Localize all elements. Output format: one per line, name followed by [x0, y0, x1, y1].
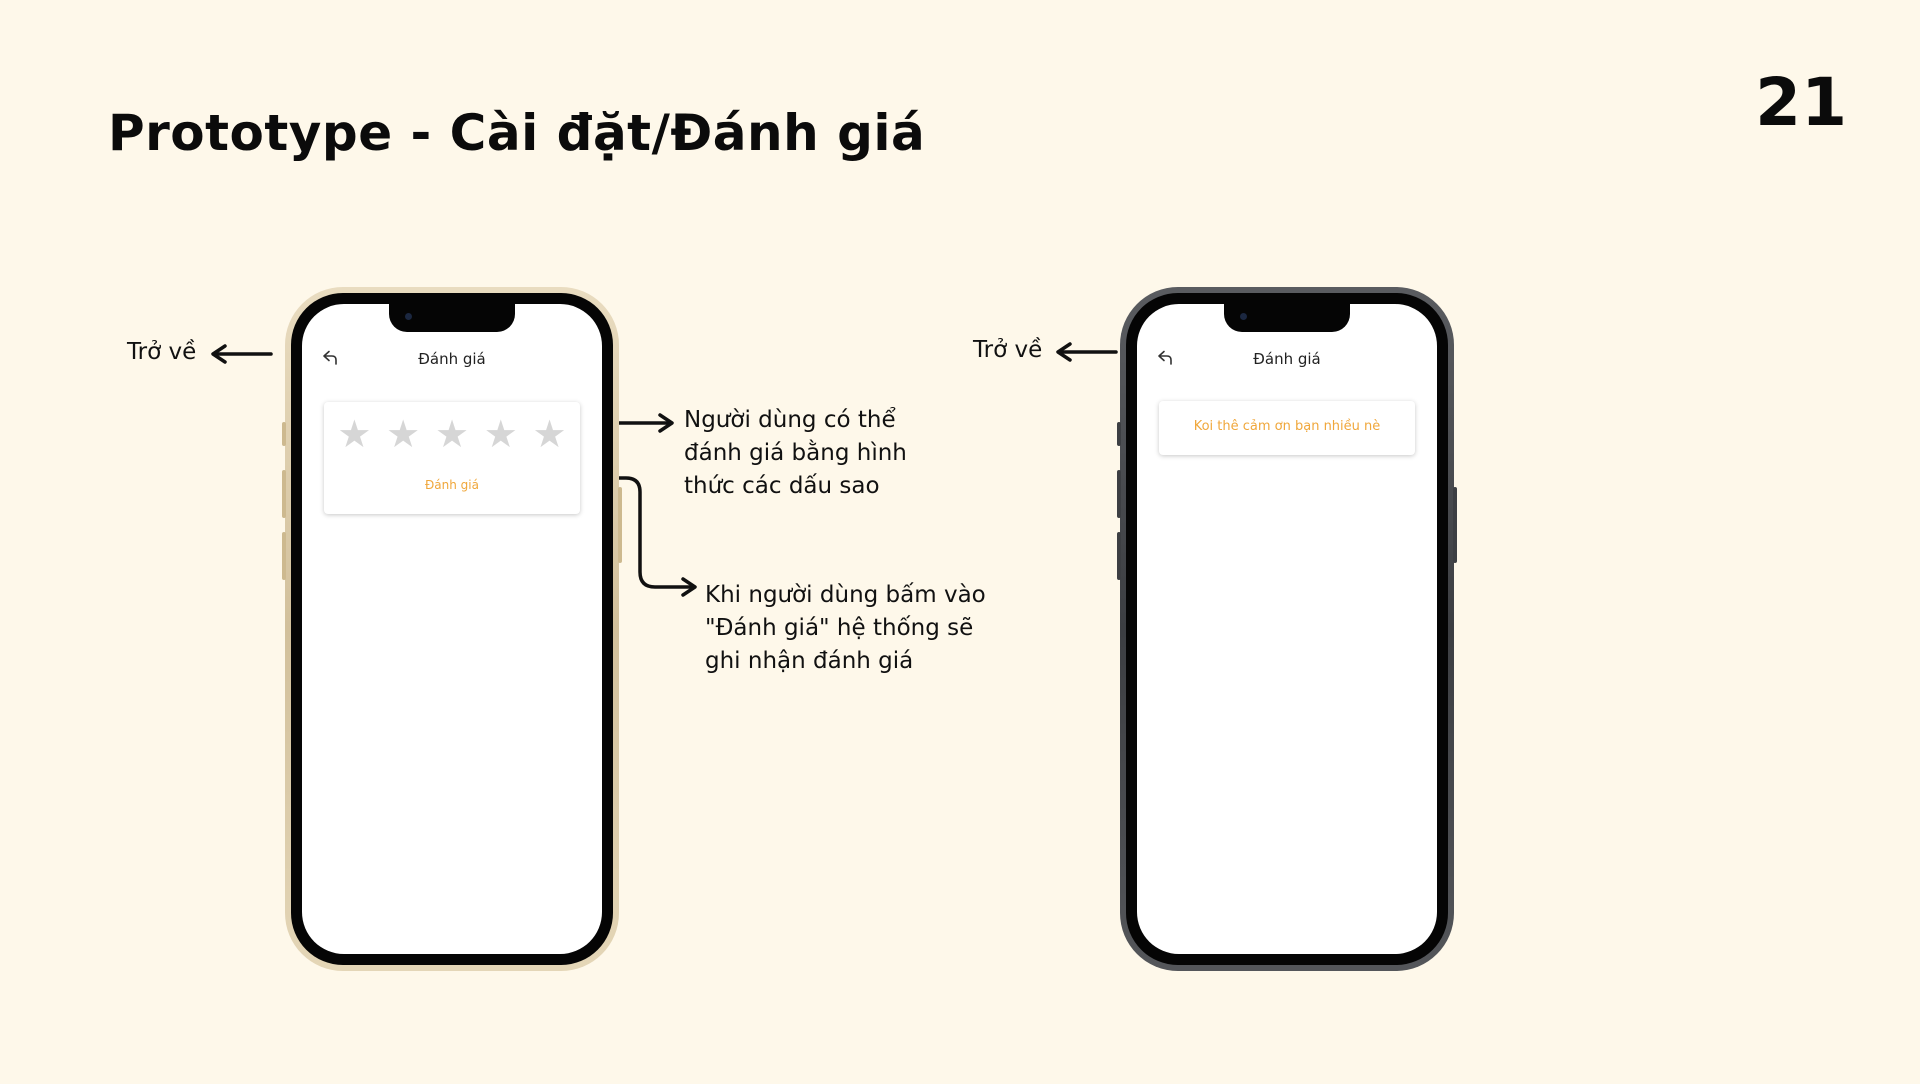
- app-header: Đánh giá: [1137, 346, 1437, 374]
- phone-side-button: [618, 487, 622, 563]
- stars-note-line: Người dùng có thể: [684, 407, 896, 433]
- phone-notch: [1224, 304, 1350, 332]
- thanks-card: Koi thê cảm ơn bạn nhiều nè: [1159, 401, 1415, 455]
- submit-rating-button[interactable]: Đánh giá: [324, 478, 580, 492]
- phone-screen: Đánh giá Koi thê cảm ơn bạn nhiều nè: [1137, 304, 1437, 954]
- phone-notch: [389, 304, 515, 332]
- star-rating[interactable]: ★ ★ ★ ★ ★: [324, 412, 580, 456]
- star-icon[interactable]: ★: [386, 412, 420, 456]
- phone-thanks-mockup: Đánh giá Koi thê cảm ơn bạn nhiều nè: [1117, 287, 1457, 971]
- phone-side-button: [282, 532, 286, 580]
- phone-side-button: [282, 422, 286, 446]
- star-icon[interactable]: ★: [484, 412, 518, 456]
- back-label-left: Trở về: [127, 339, 197, 365]
- back-label-right: Trở về: [973, 337, 1043, 363]
- phone-bezel: Đánh giá ★ ★ ★ ★ ★ Đánh giá: [291, 293, 613, 965]
- arrow-to-back-label-right: [1056, 342, 1118, 362]
- phone-side-button: [1117, 422, 1121, 446]
- submit-note-line: Khi người dùng bấm vào: [705, 582, 986, 608]
- thanks-message: Koi thê cảm ơn bạn nhiều nè: [1193, 419, 1381, 434]
- stars-note: Người dùng có thể đánh giá bằng hình thứ…: [684, 404, 907, 503]
- phone-side-button: [1117, 470, 1121, 518]
- phone-side-button: [282, 470, 286, 518]
- star-icon[interactable]: ★: [435, 412, 469, 456]
- slide-title: Prototype - Cài đặt/Đánh giá: [108, 104, 926, 162]
- screen-title: Đánh giá: [418, 350, 486, 368]
- stars-note-line: đánh giá bằng hình: [684, 440, 907, 466]
- submit-note-line: ghi nhận đánh giá: [705, 648, 914, 674]
- camera-dot: [405, 313, 412, 320]
- app-header: Đánh giá: [302, 346, 602, 374]
- star-icon[interactable]: ★: [337, 412, 371, 456]
- page-number: 21: [1755, 64, 1847, 141]
- screen-title: Đánh giá: [1253, 350, 1321, 368]
- submit-note-line: "Đánh giá" hệ thống sẽ: [705, 615, 974, 641]
- submit-note: Khi người dùng bấm vào "Đánh giá" hệ thố…: [705, 579, 986, 678]
- camera-dot: [1240, 313, 1247, 320]
- phone-rating-mockup: Đánh giá ★ ★ ★ ★ ★ Đánh giá: [282, 287, 622, 971]
- stars-note-line: thức các dấu sao: [684, 473, 880, 499]
- phone-side-button: [1117, 532, 1121, 580]
- phone-screen: Đánh giá ★ ★ ★ ★ ★ Đánh giá: [302, 304, 602, 954]
- phone-side-button: [1453, 487, 1457, 563]
- rating-card: ★ ★ ★ ★ ★ Đánh giá: [324, 402, 580, 514]
- star-icon[interactable]: ★: [533, 412, 567, 456]
- phone-bezel: Đánh giá Koi thê cảm ơn bạn nhiều nè: [1126, 293, 1448, 965]
- arrow-to-back-label-left: [211, 344, 273, 364]
